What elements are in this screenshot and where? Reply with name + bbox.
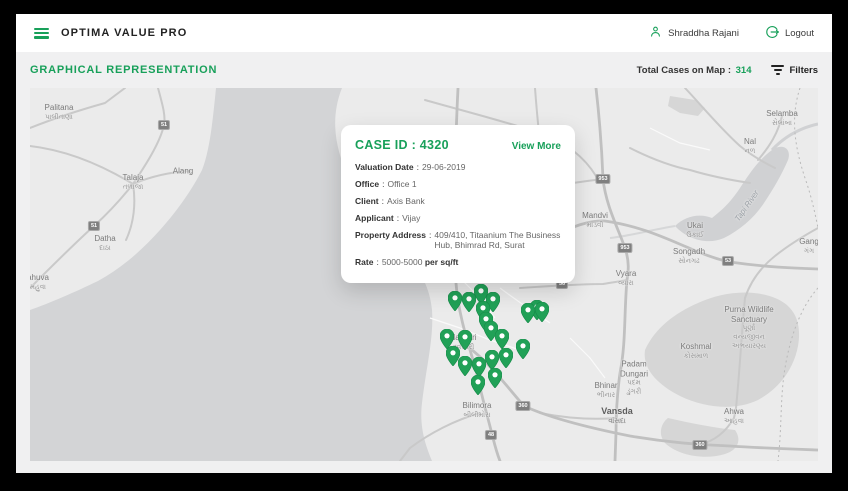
case-map-pin[interactable] xyxy=(516,339,530,364)
map-label-koshmal: Koshmalકોસમાળ xyxy=(680,342,711,361)
brand-title: OPTIMA VALUE PRO xyxy=(61,27,187,39)
app-window: OPTIMA VALUE PRO Shraddha Rajani Logout … xyxy=(16,14,832,473)
map-label-nal: Nalનળ xyxy=(744,137,756,156)
logout-icon xyxy=(765,25,779,42)
case-map-pin[interactable] xyxy=(448,291,462,316)
map-label-ahuva: ahuvaમહુવા xyxy=(30,273,49,292)
case-field-office: Office:Office 1 xyxy=(355,180,561,190)
boundary-lines xyxy=(778,88,818,461)
case-map-pin[interactable] xyxy=(535,302,549,327)
case-map-pin[interactable] xyxy=(458,330,472,355)
map-label-alang: Alang xyxy=(173,166,193,176)
app-header: OPTIMA VALUE PRO Shraddha Rajani Logout xyxy=(16,14,832,52)
filters-label: Filters xyxy=(789,65,818,76)
forest-purna xyxy=(645,293,799,407)
map-canvas[interactable]: CASE ID : 4320 View More Valuation Date:… xyxy=(30,88,818,461)
road-badge-51: 51 xyxy=(158,120,170,130)
case-field-client: Client:Axis Bank xyxy=(355,197,561,207)
map-label-talaja: Talajaતળાજા xyxy=(123,173,144,192)
menu-hamburger-icon[interactable] xyxy=(34,28,49,39)
road-badge-360: 360 xyxy=(692,440,707,450)
case-map-pin[interactable] xyxy=(462,292,476,317)
map-label-bhinar: Bhinarભીનાર xyxy=(594,381,617,400)
road-badge-48: 48 xyxy=(485,430,497,440)
map-label-ahwa: Ahwaઆહવા xyxy=(724,407,744,426)
filters-button[interactable]: Filters xyxy=(771,65,818,76)
case-field-applicant: Applicant:Vijay xyxy=(355,214,561,224)
case-info-card: CASE ID : 4320 View More Valuation Date:… xyxy=(341,125,575,283)
map-label-ukai: Ukaiઉકાઈ xyxy=(686,221,703,240)
map-label-bilimora: Bilimoraબીલીમોરા xyxy=(463,401,492,420)
map-label-songadh: Songadhસોનગઢ xyxy=(673,247,705,266)
road-badge-51: 51 xyxy=(88,221,100,231)
map-label-gang: Gangગંગ xyxy=(799,237,818,256)
road-badge-360: 360 xyxy=(515,401,530,411)
case-id-title: CASE ID : 4320 xyxy=(355,138,449,152)
map-label-padam: PadamDungariપદમડુંગરી xyxy=(620,360,648,397)
user-name: Shraddha Rajani xyxy=(668,28,739,39)
forest-north xyxy=(668,96,705,116)
road-badge-953: 953 xyxy=(595,174,610,184)
case-fields: Valuation Date:29-06-2019 Office:Office 1… xyxy=(355,163,561,267)
user-profile[interactable]: Shraddha Rajani xyxy=(649,25,739,41)
road-badge-953: 953 xyxy=(617,243,632,253)
case-map-pin[interactable] xyxy=(521,303,535,328)
logout-label: Logout xyxy=(785,28,814,39)
toolbar: GRAPHICAL REPRESENTATION Total Cases on … xyxy=(16,52,832,88)
case-field-property-address: Property Address:409/410, Titaanium The … xyxy=(355,231,561,250)
view-more-link[interactable]: View More xyxy=(512,141,561,152)
map-label-vyara: Vyaraવ્યારા xyxy=(616,269,637,288)
case-field-rate: Rate:5000-5000 per sq/ft xyxy=(355,258,561,268)
map-label-mandvi: Mandviમાંડવી xyxy=(582,211,608,230)
filter-icon xyxy=(771,65,784,74)
total-cases: Total Cases on Map : 314 xyxy=(637,65,752,76)
logout-button[interactable]: Logout xyxy=(765,25,814,42)
map-label-vansda: Vansdaવાંસદા xyxy=(601,407,633,426)
map-label-purna-wildlife: Purna WildlifeSanctuaryપૂર્ણાવન્યજીવનઅભય… xyxy=(724,305,773,351)
total-cases-value: 314 xyxy=(736,65,752,76)
user-icon xyxy=(649,25,662,41)
page-title: GRAPHICAL REPRESENTATION xyxy=(30,64,217,76)
case-map-pin[interactable] xyxy=(471,375,485,400)
map-label-selamba: Selambaસેલાંબા xyxy=(766,109,798,128)
road-badge-53: 53 xyxy=(722,256,734,266)
case-field-valuation-date: Valuation Date:29-06-2019 xyxy=(355,163,561,173)
map-label-datha: Dathaદાઠા xyxy=(94,234,115,253)
case-map-pin[interactable] xyxy=(488,368,502,393)
case-map-pin[interactable] xyxy=(458,356,472,381)
map-label-palitana: Palitanaપાલીતાણા xyxy=(45,103,74,122)
